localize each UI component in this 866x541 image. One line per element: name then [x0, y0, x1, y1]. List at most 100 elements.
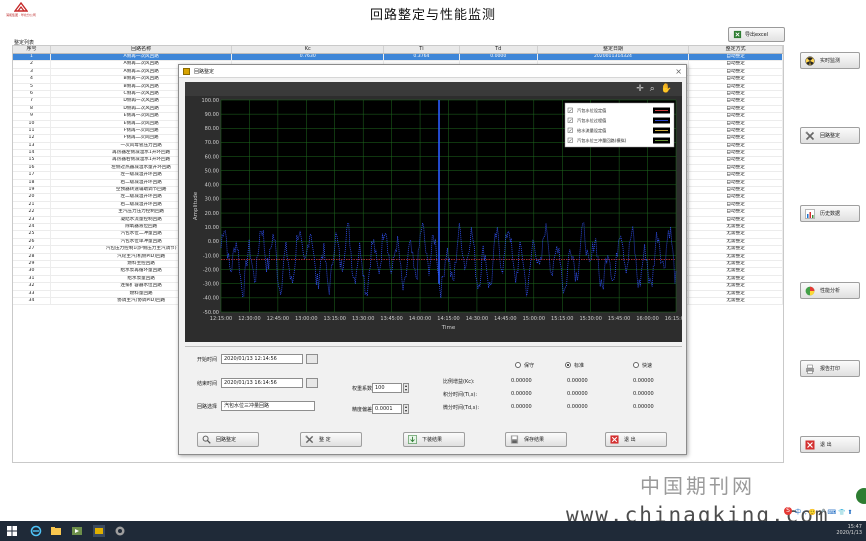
calendar-icon[interactable] — [306, 378, 318, 388]
param-label: 比例增益(Kc): — [443, 379, 475, 385]
media-icon[interactable] — [71, 525, 83, 537]
mode-label: 标准 — [574, 363, 585, 369]
dialog-titlebar[interactable]: 回路整定 — [179, 65, 686, 78]
side-button-1[interactable]: 实时监测 — [800, 52, 860, 69]
file-explorer-icon[interactable] — [50, 525, 62, 537]
param-value: 0.00000 — [511, 404, 532, 410]
dialog-title: 回路整定 — [194, 68, 215, 75]
precision-field[interactable]: 0.0001 — [372, 404, 402, 414]
trend-chart-svg: 100.00 90.00 80.00 70.00 60.00 50.00 40.00 30.0… — [193, 98, 682, 331]
table-cell: 无需整定 — [689, 275, 783, 283]
y-tick-label: 0.00 — [208, 239, 219, 245]
ie-browser-icon[interactable] — [30, 525, 42, 537]
dialog-button-3[interactable]: 下装结果 — [403, 432, 465, 447]
x-tick-label: 14:45:00 — [494, 316, 516, 322]
y-tick-label: -50.00 — [203, 310, 219, 316]
dialog-button-4[interactable]: 保存结果 — [505, 432, 567, 447]
y-tick-label: -20.00 — [203, 267, 219, 273]
pan-hand-icon[interactable]: ✋ — [661, 84, 672, 94]
loop-select-field[interactable]: 汽包水位三冲量回路 — [221, 401, 315, 411]
dialog-button-5[interactable]: 退 出 — [605, 432, 667, 447]
side-button-2[interactable]: 回路整定 — [800, 127, 860, 144]
column-header[interactable]: Kc — [232, 46, 385, 53]
trend-chart[interactable]: 100.00 90.00 80.00 70.00 60.00 50.00 40.00 30.0… — [185, 96, 682, 342]
export-excel-button[interactable]: 导出excel — [728, 27, 785, 42]
param-value: 0.00000 — [567, 404, 588, 410]
column-header[interactable]: Td — [460, 46, 538, 53]
table-cell: 11 — [13, 127, 51, 135]
y-tick-label: 40.00 — [205, 183, 219, 189]
check-icon: ✓ — [569, 109, 573, 114]
sogou-icon[interactable]: S — [784, 507, 792, 515]
table-cell: 自动整定 — [689, 142, 783, 150]
start-time-field[interactable]: 2020/01/13 12:14:56 — [221, 354, 303, 364]
start-time-label: 开始时间 — [197, 357, 218, 363]
x-tick-label: 16:00:00 — [636, 316, 658, 322]
dialog-button-1[interactable]: 回路整定 — [197, 432, 259, 447]
table-cell: 无需整定 — [689, 268, 783, 275]
floating-assistant-icon[interactable] — [856, 488, 866, 504]
table-cell: 21 — [13, 201, 51, 209]
side-button-6[interactable]: 退 出 — [800, 436, 860, 453]
table-cell: 0.3764 — [384, 54, 460, 61]
tool-app-icon[interactable] — [114, 525, 126, 537]
table-cell: 自动整定 — [689, 61, 783, 68]
check-icon: ✓ — [569, 119, 573, 124]
y-tick-label: 10.00 — [205, 225, 219, 231]
table-cell: 1 — [13, 54, 51, 61]
table-cell: 无需整定 — [689, 283, 783, 290]
windows-start-icon[interactable] — [6, 525, 18, 537]
table-cell: 自动整定 — [689, 172, 783, 179]
ime-toolbar[interactable]: S 中 ·, 🙂 🎤 ⌨ 👕 ⬆ — [784, 506, 866, 516]
precision-spinner[interactable]: ▴ ▾ — [403, 404, 409, 414]
table-cell: 13 — [13, 142, 51, 150]
side-button-label: 退 出 — [820, 442, 832, 448]
export-excel-label: 导出excel — [745, 32, 769, 38]
zoom-icon[interactable]: ⌕ — [650, 84, 655, 94]
column-header[interactable]: Ti — [384, 46, 460, 53]
close-icon — [805, 440, 815, 449]
table-cell: 自动整定 — [689, 90, 783, 98]
side-button-3[interactable]: 历史数据 — [800, 205, 860, 222]
x-tick-label: 12:45:00 — [267, 316, 289, 322]
y-tick-label: 60.00 — [205, 154, 219, 160]
dialog-button-label: 回路整定 — [216, 437, 237, 443]
column-header[interactable]: 回路名称 — [51, 46, 233, 53]
side-button-5[interactable]: 报告打印 — [800, 360, 860, 377]
mode-radio[interactable] — [515, 362, 521, 368]
weight-field[interactable]: 100 — [372, 383, 402, 393]
table-cell: 9 — [13, 113, 51, 120]
table-cell: 自动整定 — [689, 187, 783, 194]
x-tick-label: 16:15:00 — [665, 316, 682, 322]
crosshair-icon[interactable]: ✛ — [636, 84, 644, 94]
param-value: 0.00000 — [633, 391, 654, 397]
param-label: 微分时间(Td,s): — [443, 405, 480, 411]
dialog-button-2[interactable]: 整 定 — [300, 432, 362, 447]
table-cell: 0.0000 — [460, 54, 538, 61]
labview-app-icon[interactable] — [93, 525, 105, 537]
table-cell: 19 — [13, 187, 51, 194]
mode-radio[interactable] — [633, 362, 639, 368]
table-cell: 8 — [13, 105, 51, 113]
table-row[interactable]: 1 A侧再一次风回路 0.7630 0.3764 0.0000 2020011314324… — [13, 54, 783, 62]
table-cell: 5 — [13, 83, 51, 90]
column-header[interactable]: 整定方式 — [689, 46, 783, 53]
calendar-icon[interactable] — [306, 354, 318, 364]
side-button-label: 历史数据 — [820, 211, 841, 217]
column-header[interactable]: 序号 — [13, 46, 51, 53]
table-cell: 22 — [13, 209, 51, 216]
x-tick-label: 13:30:00 — [352, 316, 374, 322]
weight-spinner[interactable]: ▴ ▾ — [403, 383, 409, 393]
dialog-close-button[interactable]: × — [675, 67, 682, 76]
column-header[interactable]: 整定日期 — [538, 46, 690, 53]
save-icon — [510, 435, 519, 444]
table-cell: 自动整定 — [689, 164, 783, 172]
legend-label: 汽包水位设定值 — [577, 107, 606, 114]
y-tick-label: 50.00 — [205, 168, 219, 174]
mode-radio[interactable] — [565, 362, 571, 368]
taskbar: 15:47 2020/1/13 — [0, 521, 866, 541]
tuning-controls: 开始时间 2020/01/13 12:14:56 结束时间 2020/01/13… — [185, 346, 682, 450]
side-button-4[interactable]: 性能分析 — [800, 282, 860, 299]
end-time-field[interactable]: 2020/01/13 16:14:56 — [221, 378, 303, 388]
table-cell: 30 — [13, 268, 51, 275]
